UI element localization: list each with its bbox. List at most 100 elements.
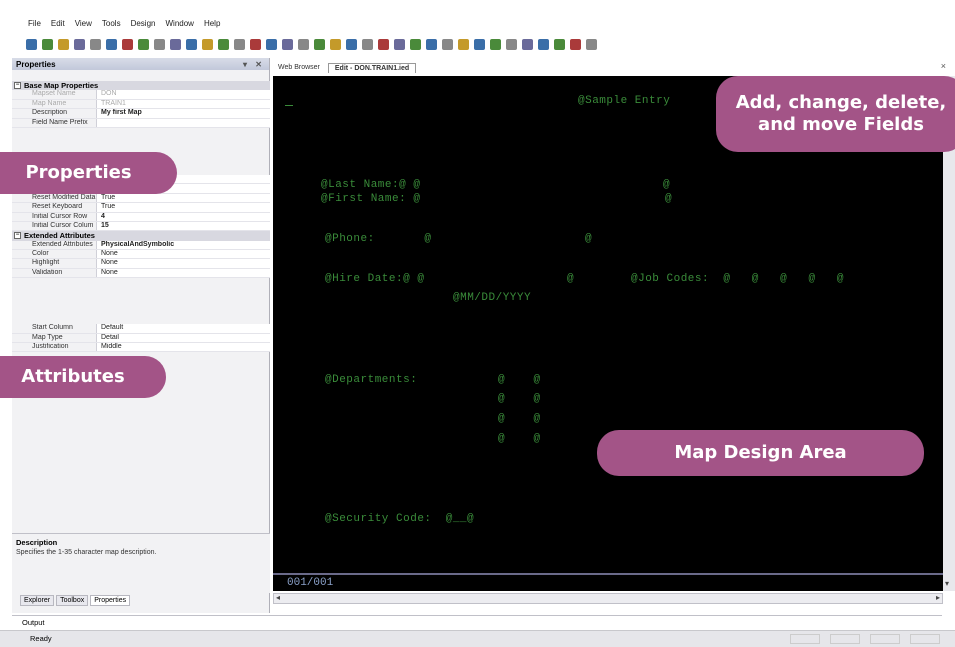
property-value[interactable]: DON	[96, 90, 270, 99]
toolbar-button-icon[interactable]	[90, 38, 101, 50]
toolbar-button-icon[interactable]	[378, 38, 389, 50]
property-value[interactable]: PhysicalAndSymbolic	[96, 240, 270, 250]
panel-pin-close-icons[interactable]: ▾ ✕	[243, 60, 265, 69]
toolbar-button-icon[interactable]	[426, 38, 437, 50]
property-row[interactable]: Map Name TRAIN1	[12, 99, 270, 110]
map-field[interactable]: @	[567, 273, 574, 285]
map-field[interactable]: @Last Name:@ @	[321, 179, 420, 191]
tab-toolbox[interactable]: Toolbox	[56, 595, 89, 606]
toolbar-button-icon[interactable]	[122, 38, 133, 50]
document-tab[interactable]: Edit - DON.TRAIN1.ied	[327, 62, 417, 73]
map-field[interactable]: @ @	[498, 413, 541, 425]
property-row[interactable]: Initial Cursor Row 4	[12, 212, 270, 222]
property-category[interactable]: − Base Map Properties	[12, 81, 270, 91]
scroll-right-icon[interactable]: ▸	[936, 593, 940, 602]
map-field[interactable]: @	[665, 193, 672, 205]
menu-item-tools[interactable]: Tools	[102, 19, 121, 28]
map-field[interactable]: @Sample Entry	[578, 95, 670, 107]
toolbar-button-icon[interactable]	[346, 38, 357, 50]
toolbar-button-icon[interactable]	[298, 38, 309, 50]
toolbar-button-icon[interactable]	[570, 38, 581, 50]
collapse-icon[interactable]: −	[14, 82, 21, 90]
toolbar-button-icon[interactable]	[106, 38, 117, 50]
toolbar-button-icon[interactable]	[330, 38, 341, 50]
map-field[interactable]: @ @	[498, 433, 541, 445]
property-value[interactable]	[96, 118, 270, 127]
toolbar-button-icon[interactable]	[138, 38, 149, 50]
menu-item-help[interactable]: Help	[204, 19, 220, 28]
property-value[interactable]: Default	[96, 324, 270, 333]
property-value[interactable]: Middle	[96, 343, 270, 352]
toolbar-button-icon[interactable]	[234, 38, 245, 50]
map-field[interactable]: @	[585, 233, 592, 245]
toolbar-button-icon[interactable]	[314, 38, 325, 50]
toolbar-button-icon[interactable]	[74, 38, 85, 50]
property-row[interactable]: Start Column Default	[12, 324, 270, 334]
property-value[interactable]: 4	[96, 212, 270, 221]
toolbar-button-icon[interactable]	[250, 38, 261, 50]
toolbar-button-icon[interactable]	[458, 38, 469, 50]
property-row[interactable]: Field Name Prefix	[12, 118, 270, 128]
property-value[interactable]: Detail	[96, 333, 270, 343]
toolbar-button-icon[interactable]	[202, 38, 213, 50]
map-field[interactable]: @ @	[498, 374, 541, 386]
toolbar-button-icon[interactable]	[362, 38, 373, 50]
property-row[interactable]: Mapset Name DON	[12, 90, 270, 100]
horizontal-scrollbar[interactable]: ◂ ▸	[273, 593, 943, 604]
property-row[interactable]: Initial Cursor Colum 15	[12, 221, 270, 232]
map-field[interactable]: @First Name: @	[321, 193, 420, 205]
toolbar-button-icon[interactable]	[170, 38, 181, 50]
property-row[interactable]: Reset Keyboard True	[12, 203, 270, 213]
property-row[interactable]: Justification Middle	[12, 343, 270, 353]
property-value[interactable]: None	[96, 259, 270, 268]
property-row[interactable]: Reset Modified Data True	[12, 193, 270, 204]
property-value[interactable]: 15	[96, 221, 270, 231]
toolbar-button-icon[interactable]	[538, 38, 549, 50]
close-document-icon[interactable]: ×	[941, 61, 946, 71]
toolbar-button-icon[interactable]	[490, 38, 501, 50]
menu-item-file[interactable]: File	[28, 19, 41, 28]
property-value[interactable]: None	[96, 268, 270, 278]
scroll-left-icon[interactable]: ◂	[276, 593, 280, 602]
property-row[interactable]: Validation None	[12, 268, 270, 279]
vertical-scrollbar[interactable]: ▾	[943, 76, 955, 591]
output-tab[interactable]: Output	[12, 615, 942, 629]
property-value[interactable]: True	[96, 193, 270, 203]
toolbar-button-icon[interactable]	[58, 38, 69, 50]
toolbar-button-icon[interactable]	[282, 38, 293, 50]
property-row[interactable]: Description My first Map	[12, 109, 270, 119]
menu-item-view[interactable]: View	[75, 19, 92, 28]
toolbar-button-icon[interactable]	[26, 38, 37, 50]
property-value[interactable]: My first Map	[96, 109, 270, 118]
menu-item-window[interactable]: Window	[165, 19, 193, 28]
toolbar-button-icon[interactable]	[586, 38, 597, 50]
tab-explorer[interactable]: Explorer	[20, 595, 55, 606]
toolbar-button-icon[interactable]	[218, 38, 229, 50]
toolbar-button-icon[interactable]	[154, 38, 165, 50]
toolbar-button-icon[interactable]	[442, 38, 453, 50]
map-field[interactable]: @Security Code: @__@	[325, 513, 474, 525]
map-field[interactable]: @ @	[498, 393, 541, 405]
property-row[interactable]: Highlight None	[12, 259, 270, 269]
toolbar-button-icon[interactable]	[506, 38, 517, 50]
toolbar-button-icon[interactable]	[186, 38, 197, 50]
menu-item-design[interactable]: Design	[131, 19, 156, 28]
scroll-down-icon[interactable]: ▾	[945, 579, 949, 588]
property-value[interactable]: True	[96, 203, 270, 212]
property-row[interactable]: Map Type Detail	[12, 333, 270, 344]
map-field[interactable]: @Job Codes: @ @ @ @ @	[631, 273, 844, 285]
map-field[interactable]: @Phone: @	[325, 233, 432, 245]
map-field[interactable]: @Departments:	[325, 374, 417, 386]
menu-item-edit[interactable]: Edit	[51, 19, 65, 28]
map-field[interactable]: @Hire Date:@ @	[325, 273, 424, 285]
property-row[interactable]: Extended Attributes PhysicalAndSymbolic	[12, 240, 270, 251]
property-row[interactable]: Color None	[12, 250, 270, 260]
property-value[interactable]: None	[96, 250, 270, 259]
toolbar-button-icon[interactable]	[474, 38, 485, 50]
toolbar-button-icon[interactable]	[522, 38, 533, 50]
map-field[interactable]: @	[663, 179, 670, 191]
toolbar-button-icon[interactable]	[410, 38, 421, 50]
property-value[interactable]: TRAIN1	[96, 99, 270, 109]
collapse-icon[interactable]: −	[14, 232, 21, 240]
toolbar-button-icon[interactable]	[266, 38, 277, 50]
